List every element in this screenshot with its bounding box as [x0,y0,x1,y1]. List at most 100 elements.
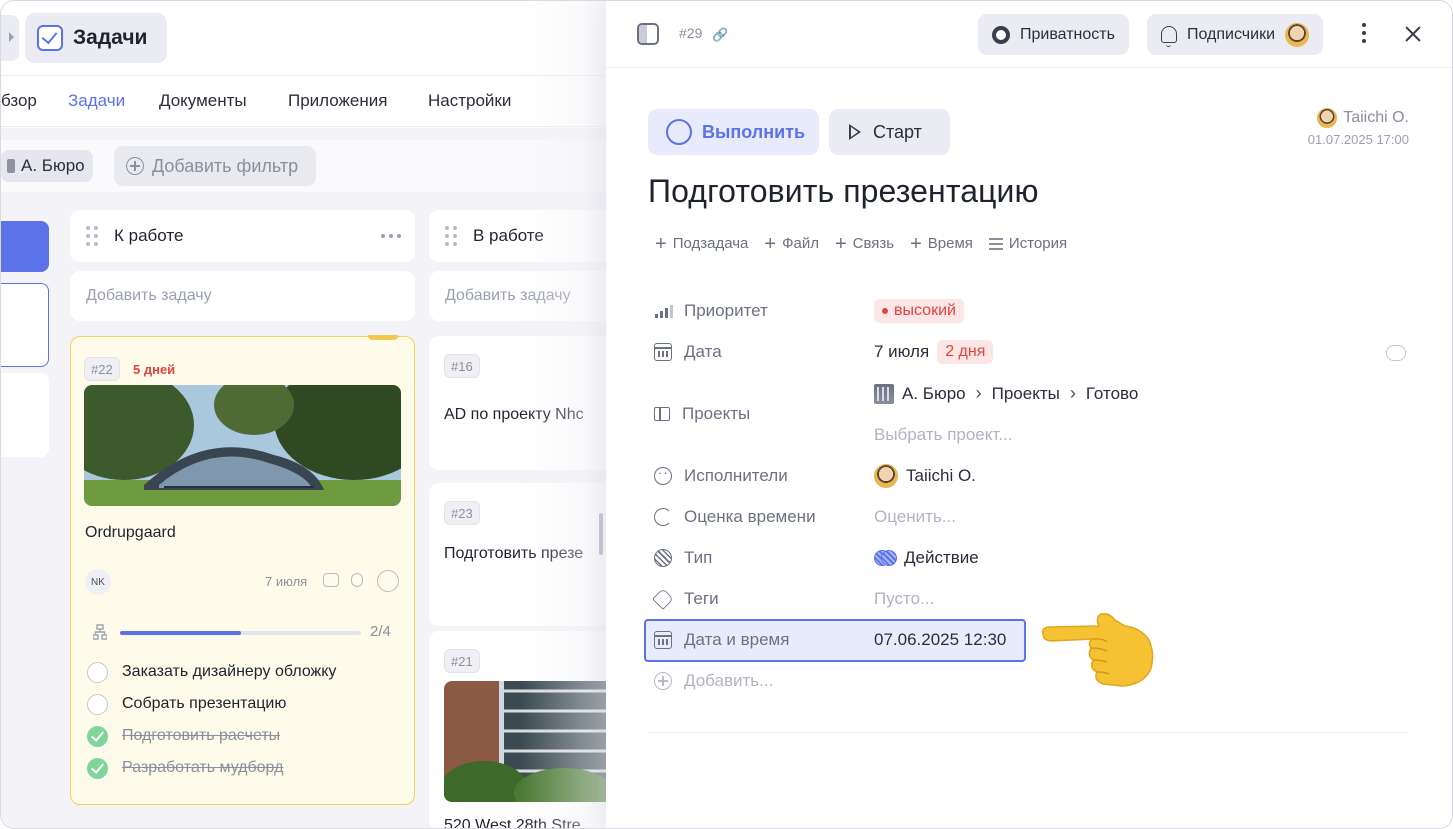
project-breadcrumb[interactable]: Проекты [992,384,1060,404]
task-title[interactable]: Подготовить презентацию [648,173,1039,210]
play-icon [849,124,861,140]
property-datetime-label: Дата и время [654,630,789,650]
subtask-progress [120,631,361,635]
more-icon[interactable] [381,234,401,238]
add-subtask-button[interactable]: + Подзадача [655,234,748,254]
app-title: Задачи [73,26,148,49]
complete-label: Выполнить [702,121,806,142]
previous-column-card[interactable] [1,373,49,457]
close-icon[interactable] [1402,23,1424,45]
priority-icon [654,302,673,320]
history-button[interactable]: История [988,235,1068,252]
previous-column-header[interactable] [1,221,49,272]
property-date-label: Дата [654,342,722,362]
add-file-button[interactable]: + Файл [764,234,819,254]
building-icon [7,159,15,173]
tab-documents[interactable]: Документы [159,91,247,111]
avatar [874,464,898,488]
drag-handle-icon[interactable] [445,226,457,246]
task-card[interactable]: #21 520 West 28th Stre [429,631,606,828]
unchecked-circle-icon[interactable] [87,661,108,683]
checked-circle-icon[interactable] [87,725,108,747]
task-id: #16 [444,354,480,378]
choose-project-input[interactable]: Выбрать проект... [874,425,1012,445]
add-task-input[interactable]: Добавить задачу [70,271,415,321]
action-type-icon [874,550,897,566]
add-property-button[interactable]: Добавить... [654,671,773,691]
add-time-button[interactable]: + Время [910,234,973,254]
section-tabs: бзор Задачи Документы Приложения Настрой… [1,77,606,127]
project-breadcrumb[interactable]: Готово [1086,384,1139,404]
tag-icon [652,588,674,610]
progress-label: 2/4 [370,623,391,640]
estimate-input[interactable]: Оценить... [874,507,956,527]
author-name: Taiichi O. [1343,109,1409,126]
privacy-button[interactable]: Приватность [978,14,1129,55]
author-info: Taiichi O. 01.07.2025 17:00 [1308,108,1409,147]
subscribers-label: Подписчики [1187,25,1276,43]
project-breadcrumb[interactable]: А. Бюро [902,384,966,404]
tab-tasks[interactable]: Задачи [68,91,125,111]
complete-circle[interactable] [377,570,399,592]
building-photo [444,681,606,802]
tab-settings[interactable]: Настройки [428,91,511,111]
add-filter-button[interactable]: Добавить фильтр [114,146,316,186]
start-button[interactable]: Старт [829,109,950,155]
start-label: Старт [873,121,922,142]
property-type-label: Тип [654,548,712,568]
layout-toggle-icon[interactable] [637,23,659,45]
drag-handle-icon[interactable] [86,226,98,246]
tags-input[interactable]: Пусто... [874,589,934,609]
complete-button[interactable]: Выполнить [648,109,819,155]
action-label: Время [927,235,973,252]
card-title: Ordrupgaard [85,524,176,541]
add-task-input[interactable]: Добавить задачу [429,271,606,321]
priority-badge: высокий [874,299,964,323]
plus-circle-icon [126,157,144,175]
checklist-item[interactable]: Собрать презентацию [87,692,286,716]
card-title: Подготовить презе [444,545,584,562]
user-icon [654,465,672,485]
tab-apps[interactable]: Приложения [288,91,387,111]
task-card[interactable]: #23 Подготовить презе [429,483,606,626]
unchecked-circle-icon[interactable] [87,693,108,715]
chevron-right-icon [9,32,14,42]
task-card[interactable]: #16 AD по проекту Nhc [429,336,606,470]
privacy-label: Приватность [1020,25,1115,43]
add-link-button[interactable]: + Связь [835,234,894,254]
date-text: 7 июля [874,342,930,361]
app-title-chip[interactable]: Задачи [25,13,167,63]
tab-overview[interactable]: бзор [1,91,37,111]
filter-chip[interactable]: А. Бюро [1,150,93,182]
assignee-value[interactable]: Taiichi O. [874,464,976,488]
task-detail-panel: #29 🔗 Приватность Подписчики Выполнить С… [606,1,1452,828]
date-value[interactable]: 7 июля 2 дня [874,340,994,364]
card-flag [368,335,398,340]
datetime-value[interactable]: 07.06.2025 12:30 [874,630,1006,650]
action-label: История [1008,235,1068,252]
column-header-todo[interactable]: К работе [70,210,415,262]
property-priority-label: Приоритет [654,301,768,321]
checked-circle-icon[interactable] [87,757,108,779]
checklist-item[interactable]: Подготовить расчеты [87,724,280,748]
task-card[interactable]: #22 5 дней Ordrupgaard NK 7 июля 2/4 Зак… [70,335,415,805]
sidebar-toggle[interactable] [1,15,19,61]
repeat-icon[interactable] [1386,345,1406,361]
plus-circle-icon [654,672,672,690]
priority-value[interactable]: высокий [874,299,964,323]
assignee-avatar: NK [85,569,111,595]
more-vertical-icon[interactable] [1362,23,1368,43]
label-text: Оценка времени [684,507,816,526]
chevron-right-icon: › [975,383,982,403]
column-header-in-progress[interactable]: В работе [429,210,606,262]
previous-column-card[interactable] [1,283,49,367]
checklist-item[interactable]: Заказать дизайнеру обложку [87,660,336,684]
project-path[interactable]: А. Бюро › Проекты › Готово [874,383,1138,404]
subscribers-button[interactable]: Подписчики [1147,14,1324,55]
checklist-item[interactable]: Разработать мудборд [87,756,283,780]
link-icon[interactable]: 🔗 [712,27,728,43]
avatar [1285,22,1310,47]
resize-handle[interactable] [599,513,603,555]
type-value[interactable]: Действие [874,548,979,568]
bell-icon [1161,26,1177,47]
